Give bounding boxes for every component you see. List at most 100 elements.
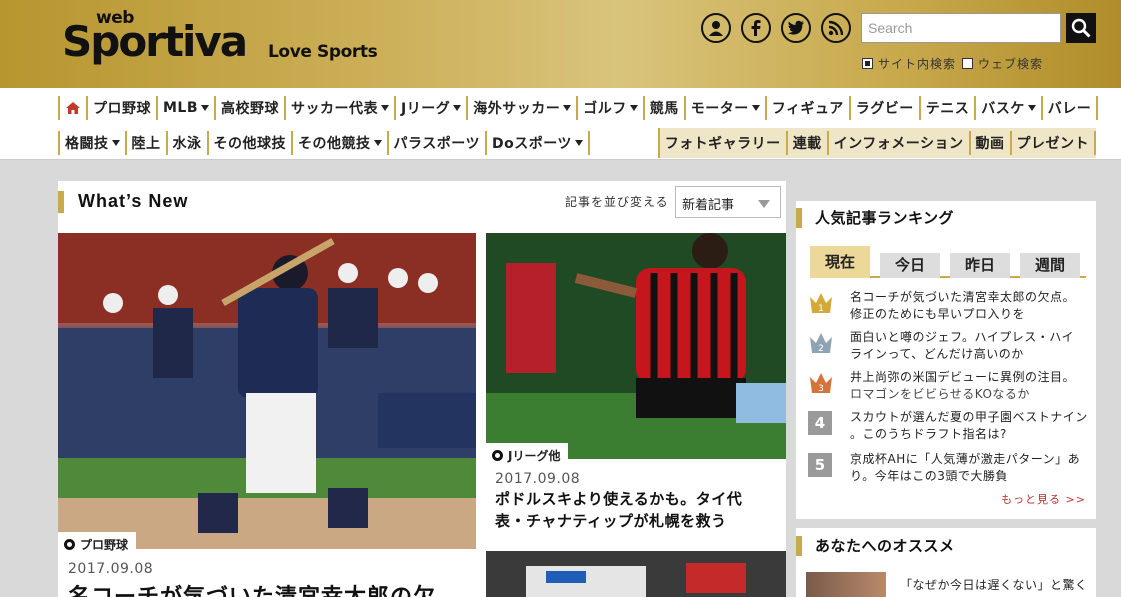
- article-photo-motor[interactable]: [486, 551, 786, 597]
- article-date: 2017.09.08: [68, 561, 154, 577]
- nav-motor[interactable]: モーター: [686, 96, 767, 120]
- global-nav: プロ野球 MLB 高校野球 サッカー代表 Jリーグ 海外サッカー ゴルフ 競馬 …: [0, 88, 1121, 160]
- section-accent-bar: [796, 208, 802, 228]
- recommend-panel: あなたへのオススメ 「なぜか今日は遅くない」と驚く: [796, 528, 1096, 597]
- nav-basketball[interactable]: バスケ: [976, 96, 1043, 120]
- nav-athletics[interactable]: 陸上: [127, 131, 168, 155]
- nav-martial-arts[interactable]: 格闘技: [58, 131, 127, 155]
- nav-series[interactable]: 連載: [788, 131, 829, 155]
- nav-overseas-soccer[interactable]: 海外サッカー: [468, 96, 579, 120]
- ranking-item-2[interactable]: 2 面白いと噂のジェフ。ハイプレス・ハイ ラインって、どんだけ高いのか: [808, 329, 1088, 365]
- ranking-more-link[interactable]: もっと見る >>: [1001, 491, 1086, 507]
- chevron-down-icon: [201, 105, 210, 111]
- sort-select[interactable]: 新着記事: [675, 186, 781, 218]
- ranking-item-4[interactable]: 4 スカウトが選んだ夏の甲子園ベストナイン 。このうちドラフト指名は?: [808, 409, 1088, 445]
- recommend-title: あなたへのオススメ: [815, 537, 955, 555]
- article-date: 2017.09.08: [495, 471, 581, 487]
- nav-high-school-baseball[interactable]: 高校野球: [216, 96, 287, 120]
- nav-other-sports[interactable]: その他競技: [293, 131, 389, 155]
- checkbox-web[interactable]: [962, 58, 973, 69]
- nav-swimming[interactable]: 水泳: [168, 131, 209, 155]
- nav-video[interactable]: 動画: [971, 131, 1012, 155]
- tab-weekly[interactable]: 週間: [1020, 253, 1080, 278]
- nav-rugby[interactable]: ラグビー: [851, 96, 921, 120]
- chevron-down-icon: [381, 105, 390, 111]
- chevron-down-icon: [373, 140, 382, 146]
- rss-icon[interactable]: [821, 13, 851, 43]
- nav-golf[interactable]: ゴルフ: [578, 96, 645, 120]
- home-icon: [66, 102, 80, 114]
- nav-row-2: 格闘技 陸上 水泳 その他球技 その他競技 パラスポーツ Doスポーツ フォトギ…: [58, 128, 1096, 158]
- crown-bronze-icon: 3: [810, 373, 832, 394]
- soccer-ball-icon: [492, 450, 503, 461]
- section-accent-bar: [796, 536, 802, 556]
- nav-figure[interactable]: フィギュア: [767, 96, 851, 120]
- recommend-item-text[interactable]: 「なぜか今日は遅くない」と驚く: [900, 576, 1088, 593]
- rank-number: 4: [808, 411, 832, 435]
- facebook-icon[interactable]: [741, 13, 771, 43]
- chevron-down-icon: [574, 140, 583, 146]
- scope-site-label: サイト内検索: [878, 57, 957, 71]
- recommend-thumbnail[interactable]: [806, 572, 886, 597]
- sportiva-logo[interactable]: web Sportiva Love Sports: [62, 8, 392, 78]
- crown-gold-icon: 1: [810, 293, 832, 314]
- nav-j-league[interactable]: Jリーグ: [396, 96, 469, 120]
- scope-web-option[interactable]: ウェブ検索: [962, 55, 1043, 72]
- scope-site-option[interactable]: サイト内検索: [862, 55, 956, 72]
- nav-para-sports[interactable]: パラスポーツ: [389, 131, 487, 155]
- chevron-down-icon: [453, 105, 462, 111]
- chevron-down-icon: [758, 200, 770, 208]
- nav-other-ball[interactable]: その他球技: [209, 131, 293, 155]
- tab-today[interactable]: 今日: [880, 253, 940, 278]
- nav-mlb[interactable]: MLB: [158, 96, 217, 120]
- search-icon: [1071, 18, 1091, 38]
- race-car-image: [486, 551, 786, 597]
- whats-new-header: What’s New 記事を並び変える 新着記事: [58, 181, 786, 223]
- section-title: What’s New: [78, 191, 189, 211]
- nav-photo-gallery[interactable]: フォトギャラリー: [660, 131, 788, 155]
- nav-present[interactable]: プレゼント: [1012, 131, 1096, 155]
- article-headline-line-1[interactable]: ポドルスキより使えるかも。タイ代: [495, 488, 742, 510]
- article-headline[interactable]: 名コーチが気づいた清宮幸太郎の欠: [68, 579, 436, 597]
- nav-do-sports[interactable]: Doスポーツ: [487, 131, 590, 155]
- article-headline-line-2[interactable]: 表・チャナティップが札幌を救う: [495, 510, 726, 532]
- ranking-panel: 人気記事ランキング 現在 今日 昨日 週間 1 名コーチが気づいた清宮幸太郎の欠…: [796, 201, 1096, 519]
- article-photo-baseball[interactable]: [58, 233, 476, 549]
- search-input[interactable]: Search: [861, 13, 1061, 43]
- nav-information[interactable]: インフォメーション: [829, 131, 971, 155]
- soccer-player-image: [486, 233, 786, 459]
- checkbox-site[interactable]: [862, 58, 873, 69]
- article-category-tag[interactable]: Jリーグ他: [486, 443, 569, 468]
- chevron-down-icon: [563, 105, 572, 111]
- nav-soccer-national[interactable]: サッカー代表: [286, 96, 397, 120]
- chevron-down-icon: [629, 105, 638, 111]
- site-header: web Sportiva Love Sports Search サイト内検索 ウ…: [0, 0, 1121, 88]
- ball-icon: [64, 539, 75, 550]
- chevron-down-icon: [111, 140, 120, 146]
- nav-home[interactable]: [58, 96, 88, 120]
- nav-pro-baseball[interactable]: プロ野球: [88, 96, 158, 120]
- tab-yesterday[interactable]: 昨日: [950, 253, 1010, 278]
- nav-volleyball[interactable]: バレー: [1043, 96, 1099, 120]
- whats-new-section: What’s New 記事を並び変える 新着記事 プロ野球 2017.09.08: [58, 181, 786, 597]
- twitter-icon[interactable]: [781, 13, 811, 43]
- nav-keiba[interactable]: 競馬: [645, 96, 686, 120]
- search-button[interactable]: [1066, 13, 1096, 43]
- ranking-item-1[interactable]: 1 名コーチが気づいた清宮幸太郎の欠点。 修正のためにも早いプロ入りを: [808, 289, 1088, 325]
- section-accent-bar: [58, 191, 64, 213]
- article-category-tag[interactable]: プロ野球: [58, 532, 137, 557]
- article-photo-soccer[interactable]: [486, 233, 786, 459]
- svg-text:2: 2: [818, 344, 824, 354]
- user-icon[interactable]: [701, 13, 731, 43]
- svg-text:3: 3: [818, 384, 824, 394]
- ranking-tabs: 現在 今日 昨日 週間: [810, 246, 1086, 278]
- tab-now[interactable]: 現在: [810, 246, 870, 278]
- crown-silver-icon: 2: [810, 333, 832, 354]
- logo-tagline: Love Sports: [268, 42, 378, 62]
- rank-number: 5: [808, 453, 832, 477]
- scope-web-label: ウェブ検索: [978, 57, 1044, 71]
- ranking-item-3[interactable]: 3 井上尚弥の米国デビューに異例の注目。 ロマゴンをビビらせるKOなるか: [808, 369, 1088, 405]
- ranking-item-5[interactable]: 5 京成杯AHに「人気薄が激走パターン」あ り。今年はこの3頭で大勝負: [808, 451, 1088, 487]
- nav-tennis[interactable]: テニス: [921, 96, 977, 120]
- baseball-player-image: [58, 233, 476, 549]
